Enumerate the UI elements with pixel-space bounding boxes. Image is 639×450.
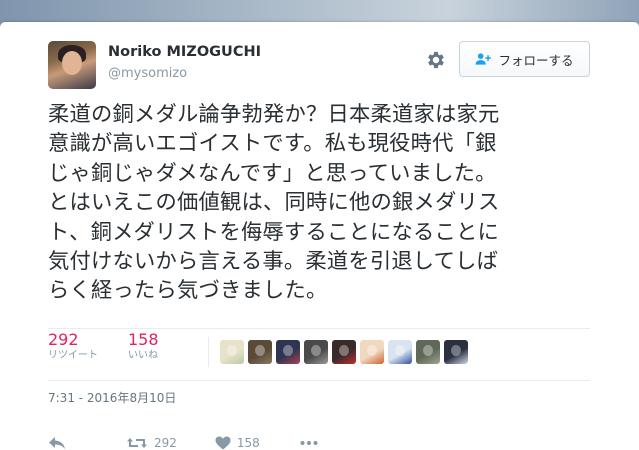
more-icon bbox=[300, 441, 318, 445]
heart-icon bbox=[215, 436, 231, 450]
tweet-card: Noriko MIZOGUCHI @mysomizo フォローする 柔道の銅メダ… bbox=[0, 22, 639, 450]
retweet-stat[interactable]: 292 リツイート bbox=[48, 330, 98, 362]
retweet-action-count: 292 bbox=[154, 436, 177, 450]
tweet-line: とはいえこの価値観は、同時に他の銀メダリス bbox=[48, 190, 500, 216]
retweet-count: 292 bbox=[48, 330, 79, 349]
retweet-icon bbox=[127, 438, 147, 448]
tweet-text: 柔道の銅メダル論争勃発か？日本柔道家は家元 意識が高いエゴイストです。私も現役時代… bbox=[48, 100, 608, 306]
liker-avatar[interactable] bbox=[416, 340, 440, 364]
reply-icon bbox=[49, 437, 65, 449]
liker-avatar[interactable] bbox=[304, 340, 328, 364]
like-button[interactable]: 158 bbox=[215, 436, 260, 450]
gear-icon[interactable] bbox=[425, 49, 447, 71]
more-button[interactable] bbox=[300, 440, 318, 446]
follow-button[interactable]: フォローする bbox=[459, 41, 590, 77]
tweet-line: 意識が高いエゴイストです。私も現役時代「銀 bbox=[48, 131, 497, 157]
liker-avatars bbox=[220, 340, 468, 364]
action-bar: 292 158 bbox=[48, 436, 318, 450]
tweet-line: 柔道の銅メダル論争勃発か？日本柔道家は家元 bbox=[48, 102, 500, 127]
liker-avatar[interactable] bbox=[276, 340, 300, 364]
like-count: 158 bbox=[128, 330, 159, 349]
timestamp[interactable]: 7:31 - 2016年8月10日 bbox=[48, 389, 176, 406]
reply-button[interactable] bbox=[48, 436, 66, 450]
liker-avatar[interactable] bbox=[220, 340, 244, 364]
liker-avatar[interactable] bbox=[444, 340, 468, 364]
follow-button-label: フォローする bbox=[498, 52, 574, 68]
tweet-line: 気付けないから言える事。柔道を引退してしば bbox=[48, 249, 499, 275]
liker-avatar[interactable] bbox=[332, 340, 356, 364]
add-person-icon bbox=[475, 53, 492, 65]
retweet-button[interactable]: 292 bbox=[126, 436, 177, 450]
divider bbox=[48, 328, 590, 329]
like-label: いいね bbox=[128, 350, 158, 361]
retweet-label: リツイート bbox=[48, 350, 98, 361]
tweet-line: らく経ったら気づきました。 bbox=[48, 278, 328, 304]
user-handle[interactable]: @mysomizo bbox=[108, 66, 187, 81]
divider bbox=[48, 380, 590, 381]
liker-avatar[interactable] bbox=[248, 340, 272, 364]
liker-avatar[interactable] bbox=[388, 340, 412, 364]
tweet-line: じゃ銅じゃダメなんです」と思っていました。 bbox=[48, 160, 497, 186]
like-action-count: 158 bbox=[236, 436, 260, 450]
user-name[interactable]: Noriko MIZOGUCHI bbox=[108, 44, 261, 60]
stat-separator bbox=[208, 337, 209, 367]
avatar[interactable] bbox=[48, 41, 96, 89]
like-stat[interactable]: 158 いいね bbox=[128, 330, 159, 362]
tweet-line: ト、銅メダリストを侮辱することになることに bbox=[48, 219, 500, 245]
liker-avatar[interactable] bbox=[360, 340, 384, 364]
